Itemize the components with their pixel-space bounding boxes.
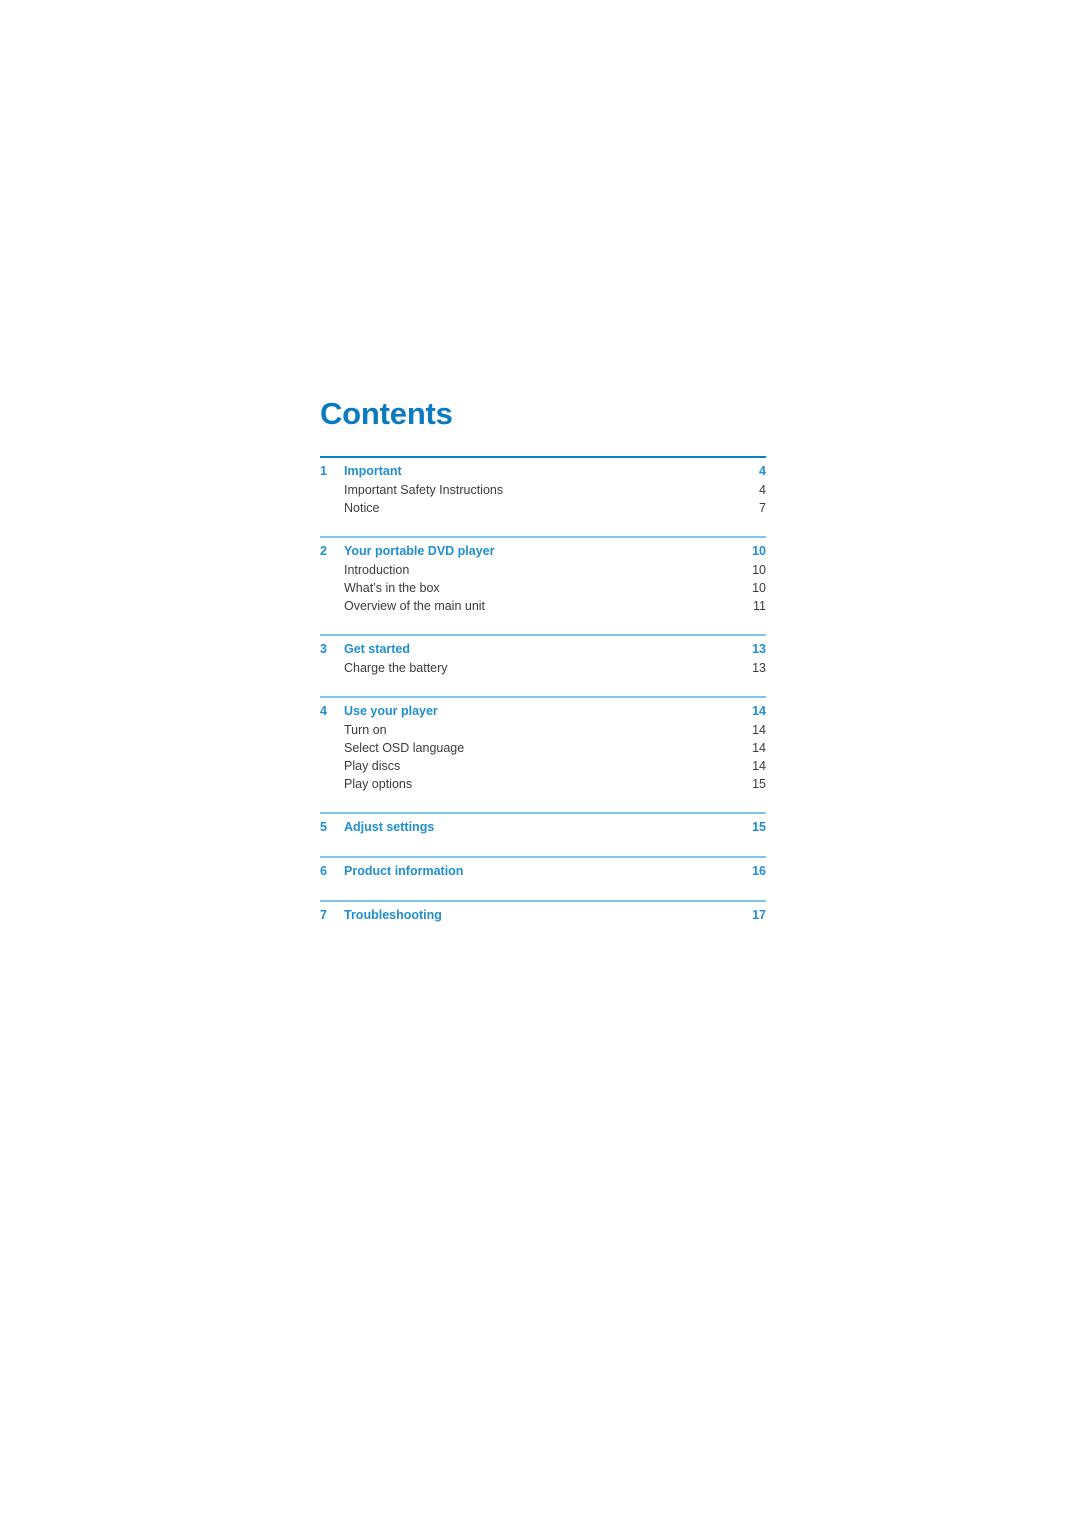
entry-label: Introduction <box>344 563 410 577</box>
toc-section-heading[interactable]: 4 Use your player 14 <box>320 702 766 721</box>
section-number: 2 <box>320 544 327 558</box>
section-number: 7 <box>320 908 327 922</box>
entry-page-number: 14 <box>752 723 766 737</box>
entry-page-number: 10 <box>752 581 766 595</box>
toc-section: 3 Get started 13 Charge the battery 13 <box>320 640 766 677</box>
page-title: Contents <box>320 396 453 431</box>
entry-label: What’s in the box <box>344 581 440 595</box>
toc-section-heading[interactable]: 3 Get started 13 <box>320 640 766 659</box>
entry-page-number: 14 <box>752 741 766 755</box>
section-number: 3 <box>320 642 327 656</box>
toc-entry[interactable]: Select OSD language 14 <box>320 739 766 757</box>
entry-page-number: 13 <box>752 661 766 675</box>
entry-page-number: 15 <box>752 777 766 791</box>
section-number: 1 <box>320 464 327 478</box>
toc-entry[interactable]: Turn on 14 <box>320 721 766 739</box>
entry-page-number: 7 <box>759 501 766 515</box>
toc-section: 5 Adjust settings 15 <box>320 818 766 837</box>
entry-page-number: 10 <box>752 563 766 577</box>
section-page-number: 13 <box>752 642 766 656</box>
toc-entry[interactable]: Charge the battery 13 <box>320 659 766 677</box>
toc-section-heading[interactable]: 2 Your portable DVD player 10 <box>320 542 766 561</box>
toc-section: 7 Troubleshooting 17 <box>320 906 766 925</box>
section-label: Get started <box>344 642 410 656</box>
entry-label: Play options <box>344 777 413 791</box>
toc-section: 6 Product information 16 <box>320 862 766 881</box>
entry-label: Turn on <box>344 723 387 737</box>
entry-label: Notice <box>344 501 380 515</box>
section-page-number: 4 <box>759 464 766 478</box>
section-page-number: 15 <box>752 820 766 834</box>
entry-label: Play discs <box>344 759 401 773</box>
section-label: Adjust settings <box>344 820 435 834</box>
toc-section-heading[interactable]: 1 Important 4 <box>320 462 766 481</box>
entry-page-number: 4 <box>759 483 766 497</box>
section-label: Product information <box>344 864 464 878</box>
section-page-number: 14 <box>752 704 766 718</box>
title-spacer <box>320 429 766 456</box>
toc-section-heading[interactable]: 7 Troubleshooting 17 <box>320 906 766 925</box>
section-label: Troubleshooting <box>344 908 442 922</box>
toc-entry[interactable]: Play discs 14 <box>320 757 766 775</box>
section-number: 4 <box>320 704 327 718</box>
toc-entry[interactable]: Introduction 10 <box>320 561 766 579</box>
toc-section: 4 Use your player 14 Turn on 14 Select OSD la… <box>320 702 766 793</box>
section-label: Your portable DVD player <box>344 544 495 558</box>
toc-entry[interactable]: Overview of the main unit 11 <box>320 597 766 615</box>
toc-entry[interactable]: Notice 7 <box>320 499 766 517</box>
toc-section-list: 1 Important 4 Important Safety Instructions… <box>320 456 766 944</box>
toc-section-heading[interactable]: 5 Adjust settings 15 <box>320 818 766 837</box>
section-page-number: 16 <box>752 864 766 878</box>
table-of-contents: Contents 1 Important 4 Important Safety Ins… <box>320 398 766 944</box>
toc-section: 2 Your portable DVD player 10 Introduction 1… <box>320 542 766 615</box>
document-page: Contents 1 Important 4 Important Safety Ins… <box>0 0 1080 1528</box>
toc-entry[interactable]: What’s in the box 10 <box>320 579 766 597</box>
section-page-number: 17 <box>752 908 766 922</box>
section-label: Important <box>344 464 402 478</box>
toc-entry[interactable]: Play options 15 <box>320 775 766 793</box>
entry-label: Overview of the main unit <box>344 599 486 613</box>
section-number: 6 <box>320 864 327 878</box>
entry-page-number: 11 <box>753 599 766 613</box>
entry-label: Important Safety Instructions <box>344 483 504 497</box>
entry-label: Charge the battery <box>344 661 448 675</box>
entry-label: Select OSD language <box>344 741 465 755</box>
section-label: Use your player <box>344 704 438 718</box>
entry-page-number: 14 <box>752 759 766 773</box>
toc-entry[interactable]: Important Safety Instructions 4 <box>320 481 766 499</box>
toc-section: 1 Important 4 Important Safety Instructions… <box>320 462 766 517</box>
toc-section-heading[interactable]: 6 Product information 16 <box>320 862 766 881</box>
section-page-number: 10 <box>752 544 766 558</box>
section-number: 5 <box>320 820 327 834</box>
